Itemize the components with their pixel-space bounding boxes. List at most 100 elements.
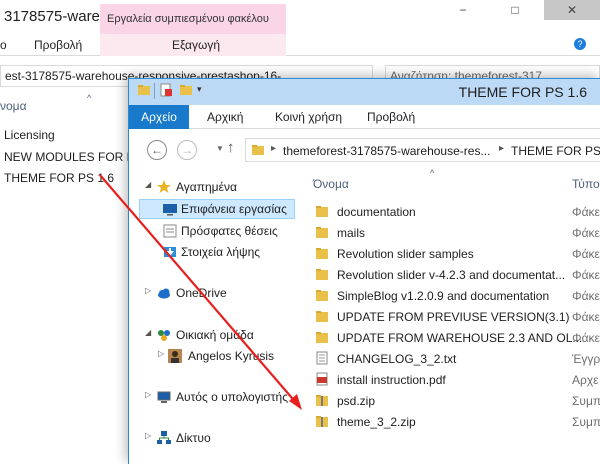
zip-folder-icon <box>316 416 328 427</box>
breadcrumb-segment[interactable]: themeforest-3178575-warehouse-res... <box>283 144 490 158</box>
folder-icon <box>316 311 328 322</box>
expand-icon[interactable]: ▷ <box>145 286 151 295</box>
sort-ascending-icon: ^ <box>430 168 435 178</box>
explorer-window: ▾ THEME FOR PS 1.6 Αρχείο Αρχική Κοινή χ… <box>128 78 600 464</box>
title-bar: ▾ THEME FOR PS 1.6 <box>129 79 600 105</box>
folder-icon <box>316 227 328 238</box>
file-name: psd.zip <box>337 394 376 408</box>
file-row[interactable]: psd.zip Συμπ <box>309 390 600 411</box>
folder-icon <box>316 332 328 343</box>
name-column-header[interactable]: Όνομα <box>313 177 349 191</box>
star-icon <box>157 180 171 193</box>
close-button[interactable]: ✕ <box>544 0 600 20</box>
file-row[interactable]: CHANGELOG_3_2.txt Έγγρ <box>309 348 600 369</box>
file-row[interactable]: install instruction.pdf Αρχε <box>309 369 600 390</box>
file-type: Αρχε <box>572 373 599 387</box>
nav-downloads[interactable]: Στοιχεία λήψης <box>129 242 295 262</box>
tab-file[interactable]: Αρχείο <box>129 105 189 129</box>
file-type: Φάκε <box>572 331 600 345</box>
new-folder-icon[interactable] <box>179 83 193 97</box>
address-bar[interactable]: ▸ themeforest-3178575-warehouse-res... ▸… <box>245 138 600 162</box>
homegroup-icon <box>158 330 170 341</box>
file-row[interactable]: theme_3_2.zip Συμπ <box>309 411 600 432</box>
file-name: mails <box>337 226 366 240</box>
file-name: SimpleBlog v1.2.0.9 and documentation <box>337 289 550 303</box>
file-type: Φάκε <box>572 226 600 240</box>
file-type: Φάκε <box>572 310 600 324</box>
file-type: Φάκε <box>572 247 600 261</box>
collapse-icon[interactable]: ◢ <box>145 180 151 189</box>
nav-homegroup-user[interactable]: ▷ Angelos Kyrusis <box>129 346 295 366</box>
zip-folder-icon <box>316 395 328 406</box>
list-item[interactable]: Licensing <box>4 128 55 142</box>
desktop-icon <box>163 204 177 216</box>
nav-recent-places[interactable]: Πρόσφατες θέσεις <box>129 221 295 241</box>
breadcrumb-separator[interactable]: ▸ <box>499 143 504 154</box>
tab-share[interactable]: Κοινή χρήση <box>275 110 342 124</box>
network-icon <box>157 431 171 444</box>
expand-icon[interactable]: ▷ <box>145 390 151 399</box>
file-name: Revolution slider samples <box>337 247 474 261</box>
nav-desktop[interactable]: Επιφάνεια εργασίας <box>139 199 295 219</box>
file-row[interactable]: documentation Φάκε <box>309 201 600 222</box>
list-item[interactable]: THEME FOR PS 1.6 <box>4 171 114 185</box>
sort-ascending-icon: ^ <box>87 93 92 103</box>
properties-icon[interactable] <box>159 83 173 97</box>
file-list: ^ Όνομα Τύπο documentation Φάκε mails Φάκε R… <box>295 168 600 464</box>
extract-tab[interactable]: Εξαγωγή <box>100 34 286 56</box>
tab-view[interactable]: Προβολή <box>367 110 415 124</box>
breadcrumb-segment[interactable]: THEME FOR PS 1 <box>511 144 600 158</box>
expand-icon[interactable]: ▷ <box>145 431 151 440</box>
nav-homegroup[interactable]: ◢ Οικιακή ομάδα <box>129 325 295 345</box>
background-name-column-header[interactable]: νομα <box>0 99 27 113</box>
folder-icon <box>316 269 328 280</box>
list-item[interactable]: NEW MODULES FOR PS <box>4 150 143 164</box>
file-row[interactable]: UPDATE FROM PREVIUSE VERSION(3.1) Φάκε <box>309 306 600 327</box>
file-type: Συμπ <box>572 415 600 429</box>
type-column-header[interactable]: Τύπο <box>572 177 600 191</box>
tab-home[interactable]: Αρχική <box>207 110 243 124</box>
file-row[interactable]: Revolution slider v-4.2.3 and documentat… <box>309 264 600 285</box>
file-name: theme_3_2.zip <box>337 415 416 429</box>
minimize-button[interactable]: − <box>440 0 486 20</box>
folder-icon <box>316 206 328 217</box>
recent-locations-icon[interactable]: ▼ <box>216 144 224 153</box>
nav-onedrive[interactable]: ▷ OneDrive <box>129 283 295 303</box>
help-icon[interactable]: ? <box>574 38 586 50</box>
file-row[interactable]: SimpleBlog v1.2.0.9 and documentation Φάκ… <box>309 285 600 306</box>
nav-favorites[interactable]: ◢ Αγαπημένα <box>129 177 295 197</box>
file-name: documentation <box>337 205 416 219</box>
file-name: CHANGELOG_3_2.txt <box>337 352 457 366</box>
background-ribbon-tabs: ο Προβολή <box>0 34 600 56</box>
expand-icon[interactable]: ▷ <box>158 349 164 358</box>
folder-icon <box>316 248 328 259</box>
collapse-icon[interactable]: ◢ <box>145 328 151 337</box>
recent-places-icon <box>163 224 177 238</box>
nav-this-pc[interactable]: ▷ Αυτός ο υπολογιστής <box>129 387 295 407</box>
window-title: THEME FOR PS 1.6 <box>458 84 587 100</box>
file-name: install instruction.pdf <box>337 373 446 387</box>
navigation-pane: ◢ Αγαπημένα Επιφάνεια εργασίας Πρόσφατες… <box>129 171 295 464</box>
tab-view[interactable]: Προβολή <box>34 38 82 52</box>
tab-home-partial[interactable]: ο <box>0 38 7 52</box>
ribbon-tabs: Αρχείο Αρχική Κοινή χρήση Προβολή <box>129 105 600 129</box>
download-icon <box>164 247 176 257</box>
file-name: UPDATE FROM PREVIUSE VERSION(3.1) <box>337 310 570 324</box>
folder-icon <box>252 145 264 155</box>
back-button[interactable]: ← <box>147 140 167 160</box>
breadcrumb-separator[interactable]: ▸ <box>271 143 276 154</box>
file-row[interactable]: mails Φάκε <box>309 222 600 243</box>
nav-network[interactable]: ▷ Δίκτυο <box>129 428 295 448</box>
up-button[interactable]: ↑ <box>227 139 235 156</box>
avatar <box>168 349 182 363</box>
file-row[interactable]: Revolution slider samples Φάκε <box>309 243 600 264</box>
customize-toolbar-icon[interactable]: ▾ <box>197 84 202 95</box>
folder-icon[interactable] <box>137 83 151 97</box>
maximize-button[interactable]: □ <box>492 0 538 20</box>
file-row[interactable]: UPDATE FROM WAREHOUSE 2.3 AND OL... Φάκε <box>309 327 600 348</box>
text-file-icon <box>316 351 328 365</box>
compressed-folder-tools-tab[interactable]: Εργαλεία συμπιεσμένου φακέλου <box>100 4 286 34</box>
file-type: Φάκε <box>572 289 600 303</box>
file-name: UPDATE FROM WAREHOUSE 2.3 AND OL... <box>337 331 583 345</box>
forward-button[interactable]: → <box>177 140 197 160</box>
